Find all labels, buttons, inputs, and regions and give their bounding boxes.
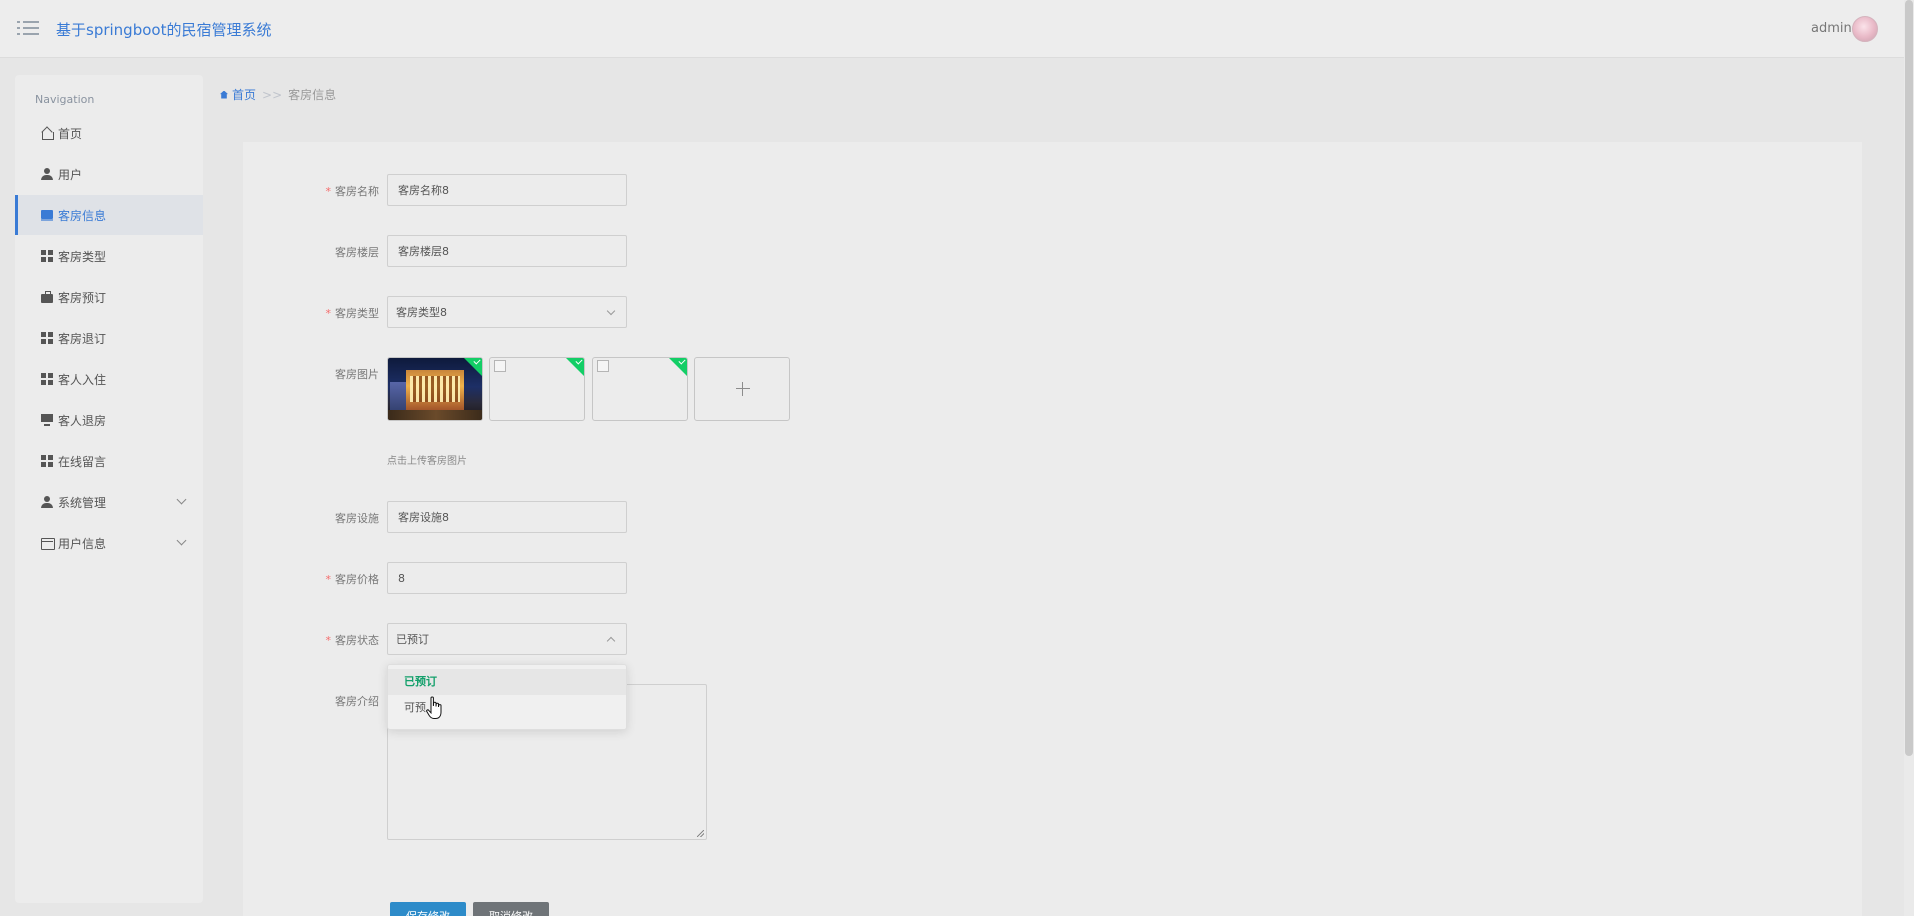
upload-success-check-icon (668, 358, 687, 377)
room-price-label: * 客房价格 (325, 573, 380, 586)
status-dropdown: 已预订 可预 (387, 664, 627, 730)
user-icon (41, 496, 53, 508)
sidebar-item-label: 用户 (58, 167, 83, 182)
sidebar-item-label: 客人退房 (58, 413, 107, 428)
page-scrollbar[interactable] (1904, 0, 1914, 916)
breadcrumb: 首页 >> 客房信息 (220, 86, 336, 103)
sidebar-item-room-booking[interactable]: 客房预订 (15, 277, 203, 317)
sidebar-item-label: 客房信息 (58, 208, 107, 223)
upload-success-check-icon (565, 358, 584, 377)
room-status-select[interactable]: 已预订 (387, 623, 627, 655)
chevron-down-icon (176, 494, 187, 505)
sidebar-item-check-in[interactable]: 客人入住 (15, 359, 203, 399)
sidebar-item-label: 客房类型 (58, 249, 107, 264)
monitor-icon (41, 414, 53, 426)
grid-icon (41, 332, 53, 344)
sidebar-item-home[interactable]: 首页 (15, 113, 203, 153)
required-asterisk: * (325, 307, 332, 320)
home-icon (41, 127, 54, 140)
scrollbar-thumb[interactable] (1905, 0, 1913, 756)
grid-icon (41, 455, 53, 467)
room-image-thumbnail[interactable] (489, 357, 585, 421)
room-type-value: 客房类型8 (396, 306, 447, 319)
upload-success-check-icon (463, 358, 482, 377)
room-name-label: * 客房名称 (325, 185, 380, 198)
breadcrumb-separator: >> (262, 87, 283, 102)
plus-icon (736, 382, 750, 396)
sidebar-item-room-info[interactable]: 客房信息 (15, 195, 203, 235)
app-title: 基于springboot的民宿管理系统 (56, 21, 272, 39)
room-floor-label: 客房楼层 (335, 246, 379, 259)
room-status-label: * 客房状态 (325, 634, 380, 647)
chevron-up-icon (606, 636, 616, 646)
sidebar-item-room-cancel[interactable]: 客房退订 (15, 318, 203, 358)
home-icon (220, 90, 228, 99)
sidebar-item-system-admin[interactable]: 系统管理 (15, 482, 203, 522)
broken-image-icon (494, 360, 506, 372)
book-icon (41, 209, 53, 221)
room-intro-label: 客房介绍 (335, 695, 379, 708)
room-image-thumbnail[interactable] (592, 357, 688, 421)
card-icon (41, 537, 55, 550)
sidebar-item-label: 客房退订 (58, 331, 107, 346)
nav-heading: Navigation (35, 93, 95, 106)
room-name-input[interactable]: 客房名称8 (387, 174, 627, 206)
sidebar-item-users[interactable]: 用户 (15, 154, 203, 194)
required-asterisk: * (325, 634, 332, 647)
room-type-select[interactable]: 客房类型8 (387, 296, 627, 328)
status-option-available[interactable]: 可预 (388, 695, 626, 721)
sidebar-item-label: 客房预订 (58, 290, 107, 305)
status-option-booked[interactable]: 已预订 (388, 669, 626, 695)
briefcase-icon (41, 291, 53, 303)
upload-tip: 点击上传客房图片 (387, 456, 467, 467)
room-images-label: 客房图片 (335, 368, 379, 381)
sidebar: Navigation 首页 用户 客房信息 客房类型 客房预订 客房退订 客人入… (15, 75, 203, 903)
sidebar-item-check-out[interactable]: 客人退房 (15, 400, 203, 440)
grid-icon (41, 373, 53, 385)
avatar[interactable] (1852, 16, 1878, 42)
chevron-down-icon (606, 306, 616, 316)
grid-icon (41, 250, 53, 262)
menu-toggle-icon[interactable] (17, 19, 39, 37)
sidebar-item-label: 系统管理 (58, 495, 107, 510)
breadcrumb-home[interactable]: 首页 (220, 86, 256, 103)
room-type-label: * 客房类型 (325, 307, 380, 320)
chevron-down-icon (176, 535, 187, 546)
sidebar-item-messages[interactable]: 在线留言 (15, 441, 203, 481)
broken-image-icon (597, 360, 609, 372)
room-floor-input[interactable]: 客房楼层8 (387, 235, 627, 267)
hand-cursor-icon (426, 696, 442, 719)
sidebar-item-room-type[interactable]: 客房类型 (15, 236, 203, 276)
resize-handle-icon[interactable] (697, 830, 704, 837)
required-asterisk: * (325, 185, 332, 198)
room-facilities-input[interactable]: 客房设施8 (387, 501, 627, 533)
image-upload-button[interactable] (694, 357, 790, 421)
save-button[interactable]: 保存修改 (390, 902, 466, 916)
sidebar-item-label: 在线留言 (58, 454, 107, 469)
user-icon (41, 168, 53, 180)
sidebar-item-user-info[interactable]: 用户信息 (15, 523, 203, 563)
breadcrumb-home-label: 首页 (232, 88, 257, 102)
room-status-value: 已预订 (396, 633, 429, 646)
sidebar-item-label: 首页 (58, 126, 83, 141)
top-header: 基于springboot的民宿管理系统 admin (0, 0, 1904, 58)
sidebar-item-label: 客人入住 (58, 372, 107, 387)
room-price-input[interactable]: 8 (387, 562, 627, 594)
breadcrumb-current: 客房信息 (288, 88, 337, 102)
room-facilities-label: 客房设施 (335, 512, 379, 525)
cancel-button[interactable]: 取消修改 (473, 902, 549, 916)
required-asterisk: * (325, 573, 332, 586)
room-image-thumbnail[interactable] (387, 357, 483, 421)
sidebar-item-label: 用户信息 (58, 536, 107, 551)
user-name[interactable]: admin (1811, 21, 1852, 36)
